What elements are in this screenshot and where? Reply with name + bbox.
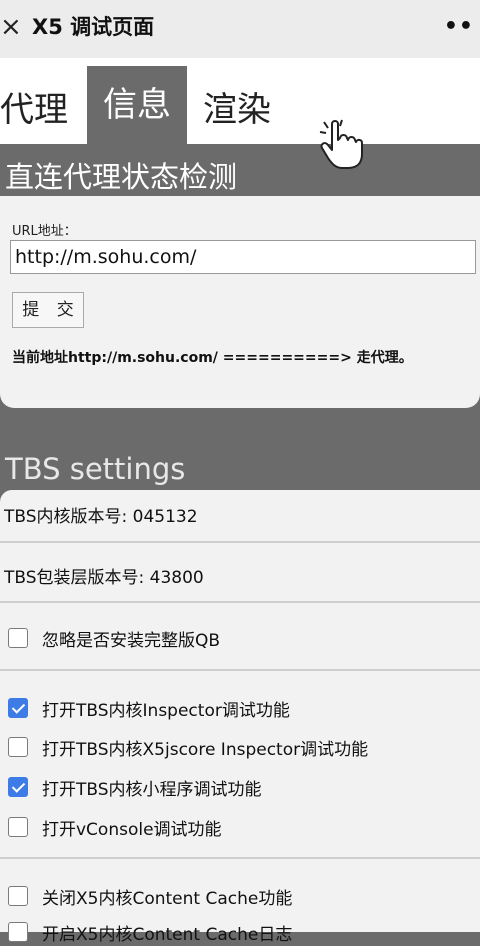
tab-bar: 代理 信息 渲染	[0, 58, 480, 144]
page-title: X5 调试页面	[32, 15, 155, 39]
hand-cursor-icon	[319, 119, 363, 169]
kernel-version-text: TBS内核版本号: 045132	[4, 507, 198, 527]
tab-render[interactable]: 渲染	[203, 58, 293, 136]
checkbox[interactable]	[8, 886, 28, 906]
url-label: URL地址：	[12, 224, 77, 239]
option-label: 关闭X5内核Content Cache功能	[42, 888, 293, 909]
submit-button[interactable]: 提 交	[12, 292, 84, 328]
tbs-section-title: TBS settings	[5, 452, 186, 486]
option-miniprogram-debug[interactable]: 打开TBS内核小程序调试功能	[8, 773, 262, 801]
divider	[0, 669, 480, 671]
option-label: 打开TBS内核小程序调试功能	[42, 779, 262, 800]
checkbox[interactable]	[8, 922, 28, 942]
checkbox[interactable]	[8, 628, 28, 648]
option-label: 忽略是否安装完整版QB	[42, 630, 221, 651]
option-label: 开启X5内核Content Cache日志	[42, 924, 293, 945]
close-icon[interactable]: ×	[0, 12, 22, 42]
option-disable-content-cache[interactable]: 关闭X5内核Content Cache功能	[8, 882, 292, 910]
checkbox-checked[interactable]	[8, 777, 28, 797]
checkbox-checked[interactable]	[8, 698, 28, 718]
tab-proxy[interactable]: 代理	[0, 58, 86, 136]
option-ignore-full-qb[interactable]: 忽略是否安装完整版QB	[8, 624, 220, 652]
option-content-cache-log[interactable]: 开启X5内核Content Cache日志	[8, 918, 292, 946]
option-label: 打开vConsole调试功能	[42, 819, 222, 840]
proxy-section-title: 直连代理状态检测	[5, 160, 238, 194]
option-inspector[interactable]: 打开TBS内核Inspector调试功能	[8, 694, 290, 722]
more-icon[interactable]: ••	[444, 12, 474, 42]
tab-info[interactable]: 信息	[87, 66, 187, 144]
option-x5jscore-inspector[interactable]: 打开TBS内核X5jscore Inspector调试功能	[8, 733, 368, 761]
checkbox[interactable]	[8, 817, 28, 837]
option-label: 打开TBS内核Inspector调试功能	[42, 700, 290, 721]
proxy-status-text: 当前地址http://m.sohu.com/ ==========> 走代理。	[12, 350, 413, 366]
url-input[interactable]: http://m.sohu.com/	[10, 240, 476, 274]
divider	[0, 541, 480, 543]
checkbox[interactable]	[8, 737, 28, 757]
divider	[0, 601, 480, 603]
option-vconsole[interactable]: 打开vConsole调试功能	[8, 813, 222, 841]
wrapper-version-text: TBS包装层版本号: 43800	[4, 568, 204, 588]
option-label: 打开TBS内核X5jscore Inspector调试功能	[42, 739, 369, 760]
top-bar: × X5 调试页面 ••	[0, 0, 480, 58]
divider	[0, 857, 480, 859]
